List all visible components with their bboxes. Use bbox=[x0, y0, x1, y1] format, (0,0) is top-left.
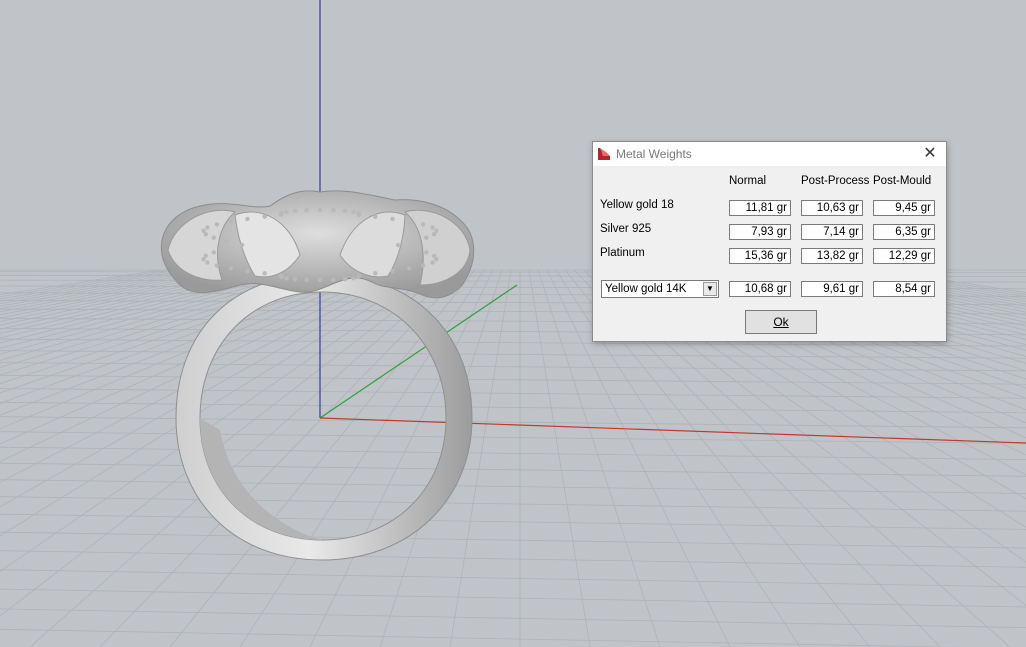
bead bbox=[245, 216, 250, 222]
bead bbox=[390, 268, 395, 274]
bead bbox=[205, 260, 210, 265]
bead bbox=[342, 277, 348, 282]
column-header-normal: Normal bbox=[729, 175, 767, 187]
bead bbox=[420, 222, 426, 227]
bead bbox=[317, 207, 323, 213]
bead bbox=[432, 232, 437, 237]
bead bbox=[407, 219, 412, 224]
platinum-normal-field[interactable]: 15,36 gr bbox=[729, 248, 791, 264]
bead bbox=[224, 239, 229, 244]
bead bbox=[331, 208, 336, 213]
bead bbox=[420, 263, 426, 268]
column-header-post-mould: Post-Mould bbox=[873, 175, 932, 187]
bead bbox=[304, 208, 309, 213]
bead bbox=[214, 222, 220, 227]
row-label-platinum: Platinum bbox=[600, 247, 645, 259]
dialog-titlebar[interactable]: Metal Weights ✕ bbox=[593, 142, 946, 166]
bead bbox=[262, 214, 267, 219]
bead bbox=[211, 235, 216, 240]
bead bbox=[278, 273, 284, 278]
bead bbox=[203, 253, 208, 258]
platinum-post-mould-field[interactable]: 12,29 gr bbox=[873, 248, 935, 264]
platinum-post-process-field[interactable]: 13,82 gr bbox=[801, 248, 863, 264]
bead bbox=[284, 276, 289, 281]
row-label-silver-925: Silver 925 bbox=[600, 223, 652, 235]
bead bbox=[342, 208, 348, 213]
bead bbox=[205, 225, 210, 230]
bead bbox=[407, 266, 412, 271]
custom-metal-post-mould-field[interactable]: 8,54 gr bbox=[873, 281, 935, 297]
bead bbox=[373, 214, 378, 219]
bead bbox=[395, 242, 401, 248]
metal-select-value: Yellow gold 14K bbox=[605, 283, 687, 295]
custom-metal-normal-field[interactable]: 10,68 gr bbox=[729, 281, 791, 297]
chevron-down-icon[interactable]: ▼ bbox=[703, 282, 717, 296]
silver-925-normal-field[interactable]: 7,93 gr bbox=[729, 224, 791, 240]
close-icon[interactable]: ✕ bbox=[915, 142, 945, 165]
row-label-yellow-gold-18: Yellow gold 18 bbox=[600, 199, 674, 211]
bead bbox=[201, 228, 206, 233]
yellow-gold-18-post-mould-field[interactable]: 9,45 gr bbox=[873, 200, 935, 216]
bead bbox=[292, 277, 298, 282]
silver-925-post-process-field[interactable]: 7,14 gr bbox=[801, 224, 863, 240]
metal-select-dropdown[interactable]: Yellow gold 14K ▼ bbox=[601, 280, 719, 298]
bead bbox=[373, 271, 378, 276]
yellow-gold-18-normal-field[interactable]: 11,81 gr bbox=[729, 200, 791, 216]
dialog-title: Metal Weights bbox=[616, 147, 692, 161]
ok-button[interactable]: Ok bbox=[745, 310, 817, 334]
bead bbox=[356, 274, 361, 280]
bead bbox=[245, 268, 250, 274]
custom-metal-post-process-field[interactable]: 9,61 gr bbox=[801, 281, 863, 297]
bead bbox=[304, 277, 309, 282]
ok-button-label: Ok bbox=[773, 315, 789, 329]
metal-weights-app-icon bbox=[598, 148, 610, 160]
bead bbox=[424, 250, 429, 255]
bead bbox=[228, 219, 233, 224]
bead bbox=[411, 246, 416, 251]
bead bbox=[351, 209, 356, 214]
bead bbox=[279, 210, 284, 216]
bead bbox=[411, 239, 416, 244]
bead bbox=[228, 266, 233, 271]
column-header-post-process: Post-Process bbox=[801, 175, 870, 187]
silver-925-post-mould-field[interactable]: 6,35 gr bbox=[873, 224, 935, 240]
bead bbox=[214, 263, 220, 268]
metal-weights-dialog: Metal Weights ✕ Normal Post-Process Post… bbox=[592, 141, 947, 342]
bead bbox=[390, 216, 395, 222]
bead bbox=[430, 260, 435, 265]
bead bbox=[284, 209, 289, 214]
yellow-gold-18-post-process-field[interactable]: 10,63 gr bbox=[801, 200, 863, 216]
bead bbox=[434, 257, 439, 262]
bead bbox=[331, 277, 336, 282]
bead bbox=[424, 235, 429, 240]
bead bbox=[356, 212, 362, 217]
bead bbox=[317, 277, 323, 283]
bead bbox=[224, 246, 229, 251]
bead bbox=[292, 208, 298, 213]
bead bbox=[211, 250, 216, 255]
bead bbox=[351, 276, 356, 281]
bead bbox=[239, 242, 245, 248]
bead bbox=[262, 271, 267, 276]
bead bbox=[430, 225, 435, 230]
